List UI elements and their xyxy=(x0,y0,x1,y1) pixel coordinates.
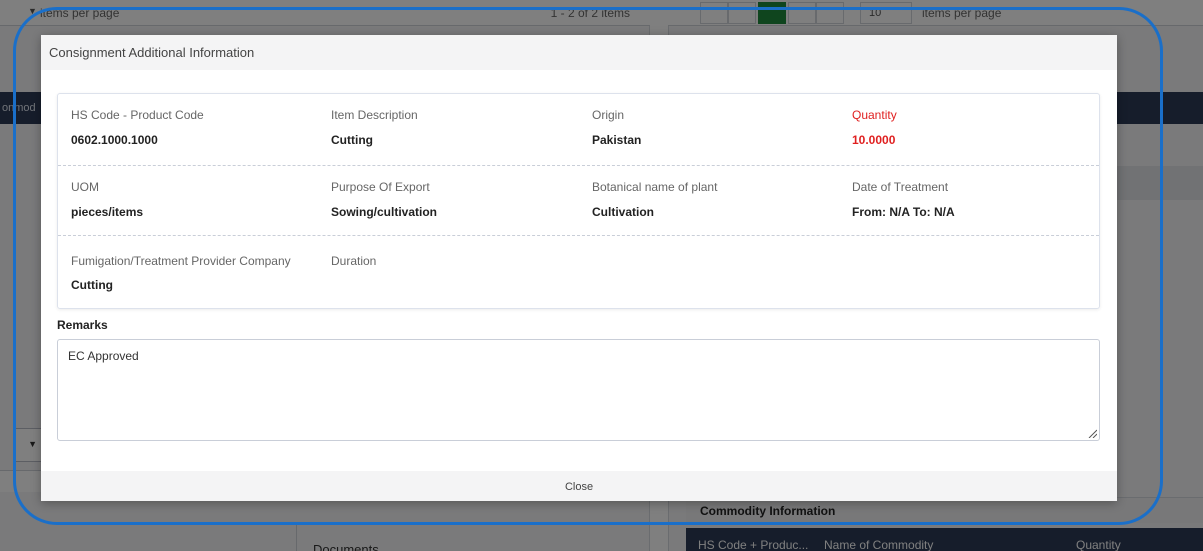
remarks-label: Remarks xyxy=(57,318,108,332)
field-label: Origin xyxy=(592,108,625,122)
close-button[interactable]: Close xyxy=(565,481,593,493)
consignment-info-modal: Consignment Additional Information HS Co… xyxy=(41,35,1117,501)
field-value: Cutting xyxy=(71,278,113,292)
field-value: 10.0000 xyxy=(852,133,896,147)
field-value: Cultivation xyxy=(592,205,654,219)
field-label: UOM xyxy=(71,180,99,194)
modal-header: Consignment Additional Information xyxy=(41,35,1117,70)
field-value: pieces/items xyxy=(71,205,144,219)
field-label: Item Description xyxy=(331,108,418,122)
field-label: Quantity xyxy=(852,108,897,122)
field-label: Fumigation/Treatment Provider Company xyxy=(71,254,291,268)
field-value: 0602.1000.1000 xyxy=(71,133,158,147)
field-label: Purpose Of Export xyxy=(331,180,430,194)
field-label: HS Code - Product Code xyxy=(71,108,204,122)
field-label: Date of Treatment xyxy=(852,180,949,194)
info-row: UOM pieces/items Purpose Of Export Sowin… xyxy=(58,166,1099,236)
field-value: Cutting xyxy=(331,133,373,147)
modal-title: Consignment Additional Information xyxy=(49,45,255,60)
field-value: From: N/A To: N/A xyxy=(852,205,955,219)
field-value: Sowing/cultivation xyxy=(331,205,438,219)
field-label: Duration xyxy=(331,254,377,268)
info-grid: HS Code - Product Code 0602.1000.1000 It… xyxy=(57,93,1100,309)
info-row: Fumigation/Treatment Provider Company Cu… xyxy=(58,236,1099,308)
info-row: HS Code - Product Code 0602.1000.1000 It… xyxy=(58,94,1099,166)
modal-footer: Close xyxy=(41,471,1117,501)
resize-handle-icon[interactable] xyxy=(1087,428,1097,438)
field-label: Botanical name of plant xyxy=(592,180,718,194)
remarks-textarea[interactable]: EC Approved xyxy=(57,339,1100,441)
field-value: Pakistan xyxy=(592,133,642,147)
